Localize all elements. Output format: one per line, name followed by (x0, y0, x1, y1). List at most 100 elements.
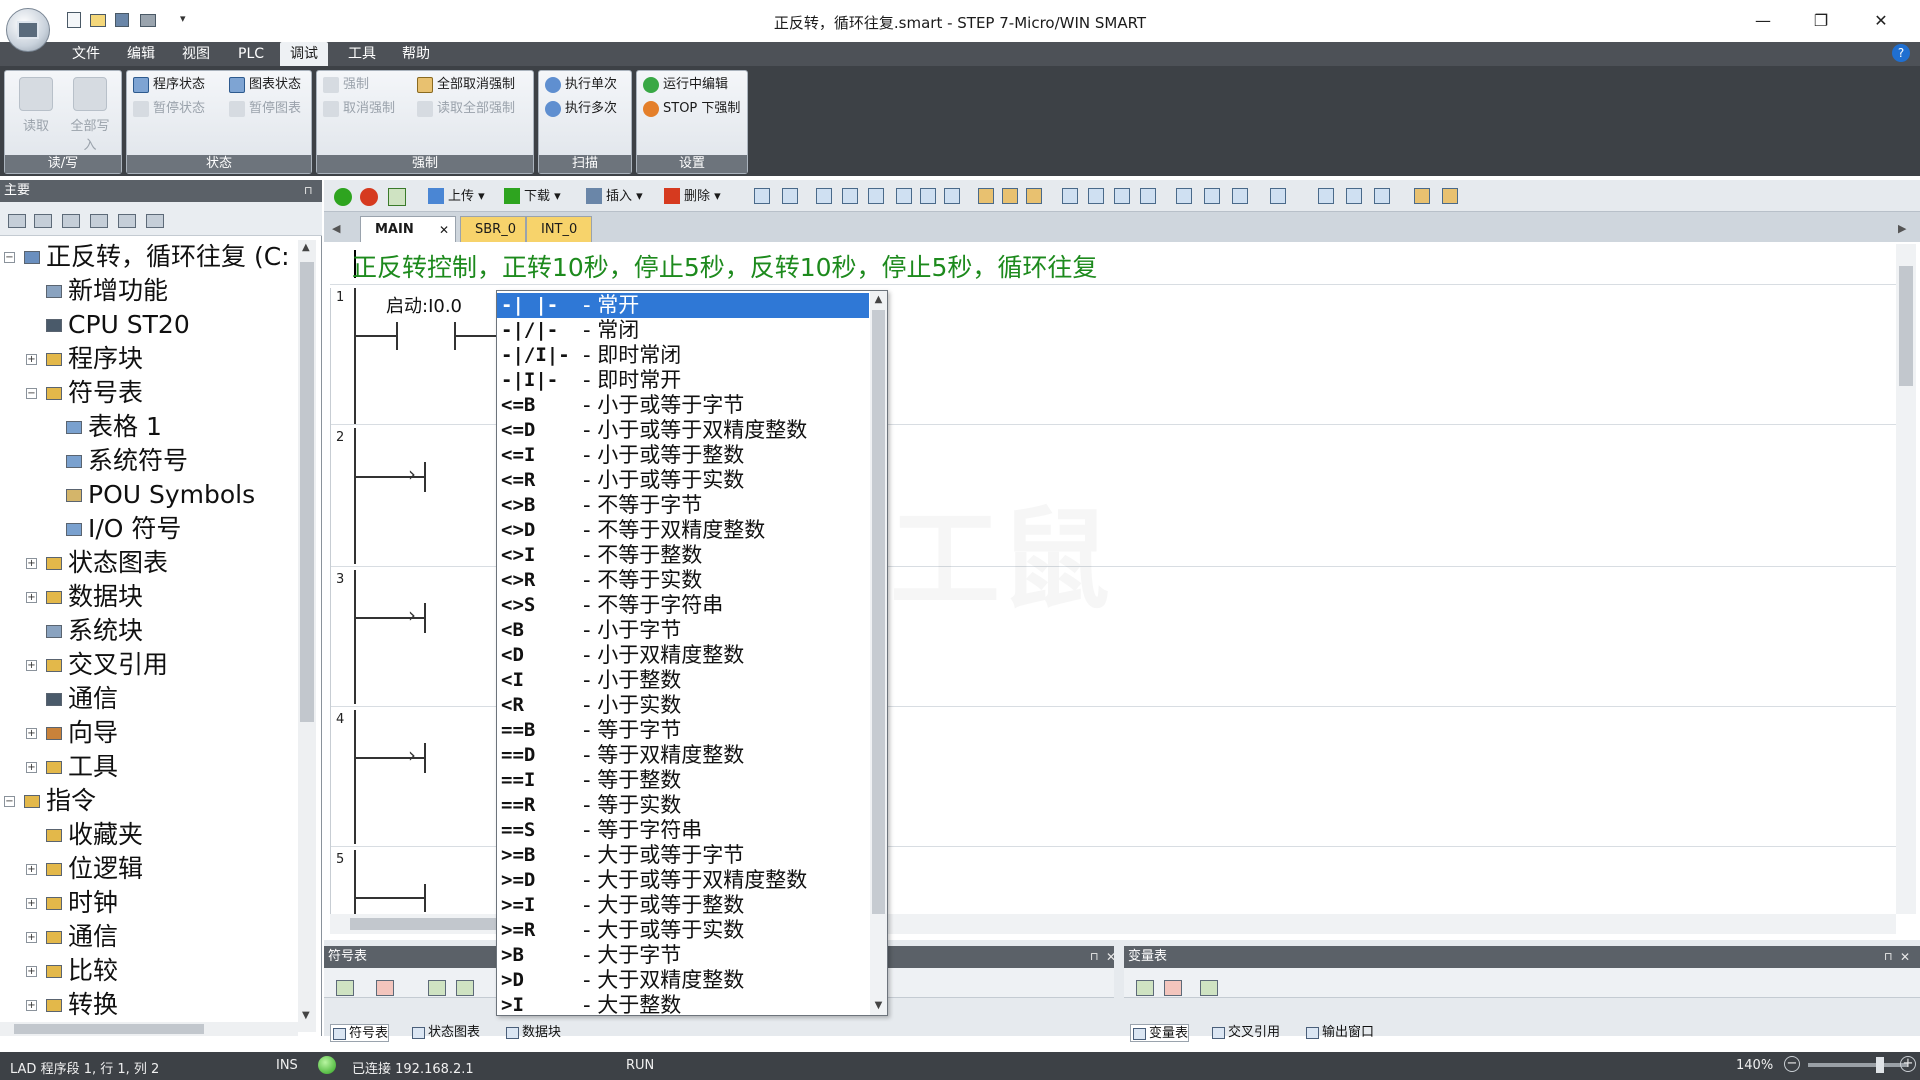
run-icon[interactable] (334, 188, 352, 206)
line-up-icon[interactable] (1114, 188, 1130, 204)
dropdown-scroll-down-icon[interactable]: ▼ (872, 1000, 885, 1011)
tree-expander-icon[interactable]: + (26, 898, 37, 909)
instruction-option[interactable]: <D - 小于双精度整数 (497, 643, 869, 668)
coil-icon[interactable] (1232, 188, 1248, 204)
compile-all-icon[interactable] (944, 188, 960, 204)
instruction-option[interactable]: ==R - 等于实数 (497, 793, 869, 818)
instruction-option[interactable]: -|/|- - 常闭 (497, 318, 869, 343)
branch-icon[interactable] (1062, 188, 1078, 204)
tree-item[interactable]: 收藏夹 (68, 818, 143, 852)
tree-item[interactable]: 程序块 (68, 342, 143, 376)
run-edit-button[interactable]: 运行中编辑 (641, 75, 728, 95)
tree-expander-icon[interactable]: − (4, 252, 15, 263)
delete-node-icon[interactable] (920, 188, 936, 204)
menu-view[interactable]: 视图 (172, 42, 220, 66)
close-icon[interactable]: ✕ (1106, 950, 1116, 964)
tree-item[interactable]: 时钟 (68, 886, 118, 920)
tree-item[interactable]: 正反转，循环往复 (C: (46, 240, 290, 274)
contact-icon[interactable] (1176, 188, 1192, 204)
editor-scroll-thumb[interactable] (1899, 266, 1913, 386)
instruction-option[interactable]: >I - 大于整数 (497, 993, 869, 1015)
menu-debug[interactable]: 调试 (280, 42, 328, 66)
bottom-tab[interactable]: 数据块 (504, 1024, 561, 1042)
download-button[interactable]: 下载 ▾ (504, 186, 561, 208)
tree-item[interactable]: 向导 (68, 716, 118, 750)
minimize-button[interactable]: — (1740, 6, 1786, 34)
lock-icon[interactable] (1002, 188, 1018, 204)
tree-item[interactable]: CPU ST20 (68, 308, 190, 342)
key-icon[interactable] (1414, 188, 1430, 204)
tree-item[interactable]: 表格 1 (88, 410, 162, 444)
editor-hscroll-thumb[interactable] (350, 918, 500, 930)
tree-expander-icon[interactable]: + (26, 762, 37, 773)
instruction-option[interactable]: <=D - 小于或等于双精度整数 (497, 418, 869, 443)
tree-expander-icon[interactable]: + (26, 932, 37, 943)
instruction-option[interactable]: ==I - 等于整数 (497, 768, 869, 793)
instruction-option[interactable]: ==B - 等于字节 (497, 718, 869, 743)
tree-expander-icon[interactable]: − (26, 388, 37, 399)
tree-item[interactable]: 指令 (46, 784, 96, 818)
tree-expander-icon[interactable]: + (26, 1000, 37, 1011)
instruction-option[interactable]: >B - 大于字节 (497, 943, 869, 968)
tree-item[interactable]: 符号表 (68, 376, 143, 410)
restore-button[interactable]: ❐ (1798, 6, 1844, 34)
zoom-slider[interactable] (1808, 1063, 1908, 1067)
single-scan-button[interactable]: 执行单次 (543, 75, 617, 95)
comment-icon[interactable] (1270, 188, 1286, 204)
tree-item[interactable]: 系统块 (68, 614, 143, 648)
contact-icon[interactable] (1204, 188, 1220, 204)
delete-button[interactable]: 删除 ▾ (664, 186, 721, 208)
tab-scroll-right-icon[interactable]: ▶ (1898, 222, 1906, 235)
contact-address-label[interactable]: 启动:I0.0 (386, 292, 462, 318)
instruction-option[interactable]: -|I|- - 即时常开 (497, 368, 869, 393)
tree-item[interactable]: 比较 (68, 954, 118, 988)
read-button[interactable]: 读取 (11, 77, 61, 134)
insert-row-icon[interactable] (1136, 980, 1154, 996)
pause-chart-button[interactable]: 暂停图表 (227, 99, 301, 119)
tree-item[interactable]: 通信 (68, 920, 118, 954)
instruction-option[interactable]: ==D - 等于双精度整数 (497, 743, 869, 768)
compile-icon[interactable] (388, 188, 406, 206)
bookmark-icon[interactable] (1442, 188, 1458, 204)
program-comment[interactable]: 正反转控制，正转10秒，停止5秒，反转10秒，停止5秒，循环往复 (352, 248, 1097, 284)
bottom-tab[interactable]: 状态图表 (410, 1024, 480, 1042)
stop-icon[interactable] (360, 188, 378, 206)
tree-expander-icon[interactable]: + (26, 966, 37, 977)
chart-status-button[interactable]: 图表状态 (227, 75, 301, 95)
tree-expander-icon[interactable]: + (26, 660, 37, 671)
add-row-icon[interactable] (336, 980, 354, 996)
pin-icon[interactable]: ⊓ (304, 184, 313, 197)
stop-force-button[interactable]: STOP 下强制 (641, 99, 740, 119)
help-icon[interactable]: ? (1892, 44, 1910, 62)
tab-close-icon[interactable]: ✕ (439, 217, 449, 243)
instruction-dropdown-list[interactable]: -| |- - 常开 -|/|- - 常闭 -|/I|- - 即时常闭 -|I|- - 即时常… (496, 290, 888, 1016)
tree-expander-icon[interactable]: + (26, 864, 37, 875)
tree-expander-icon[interactable]: + (26, 592, 37, 603)
instruction-option[interactable]: <I - 小于整数 (497, 668, 869, 693)
menu-file[interactable]: 文件 (62, 42, 110, 66)
unforce-button[interactable]: 取消强制 (321, 99, 395, 119)
document-icon[interactable] (62, 214, 80, 228)
bottom-tab[interactable]: 变量表 (1130, 1024, 1190, 1042)
bottom-tab[interactable]: 符号表 (330, 1024, 390, 1042)
box-icon[interactable] (868, 188, 884, 204)
instruction-option[interactable]: >=I - 大于或等于整数 (497, 893, 869, 918)
zoom-out-button[interactable]: − (1784, 1056, 1800, 1072)
tab-sbr-0[interactable]: SBR_0 (460, 216, 526, 242)
instruction-option[interactable]: <=B - 小于或等于字节 (497, 393, 869, 418)
edit-icon[interactable] (1374, 188, 1390, 204)
dropdown-scroll-thumb[interactable] (872, 310, 885, 914)
program-status-button[interactable]: 程序状态 (131, 75, 205, 95)
close-button[interactable]: ✕ (1858, 6, 1904, 34)
tree-item[interactable]: I/O 符号 (88, 512, 181, 546)
table-icon[interactable] (1318, 188, 1334, 204)
table-icon[interactable] (428, 980, 446, 996)
tree-item[interactable]: 数据块 (68, 580, 143, 614)
bottom-tab[interactable]: 交叉引用 (1210, 1024, 1280, 1042)
instruction-option[interactable]: -|/I|- - 即时常闭 (497, 343, 869, 368)
edit-icon[interactable] (1346, 188, 1362, 204)
instruction-option[interactable]: >D - 大于双精度整数 (497, 968, 869, 993)
tree-item[interactable]: 新增功能 (68, 274, 168, 308)
tree-expander-icon[interactable]: − (4, 796, 15, 807)
read-all-forced-button[interactable]: 读取全部强制 (415, 99, 515, 119)
